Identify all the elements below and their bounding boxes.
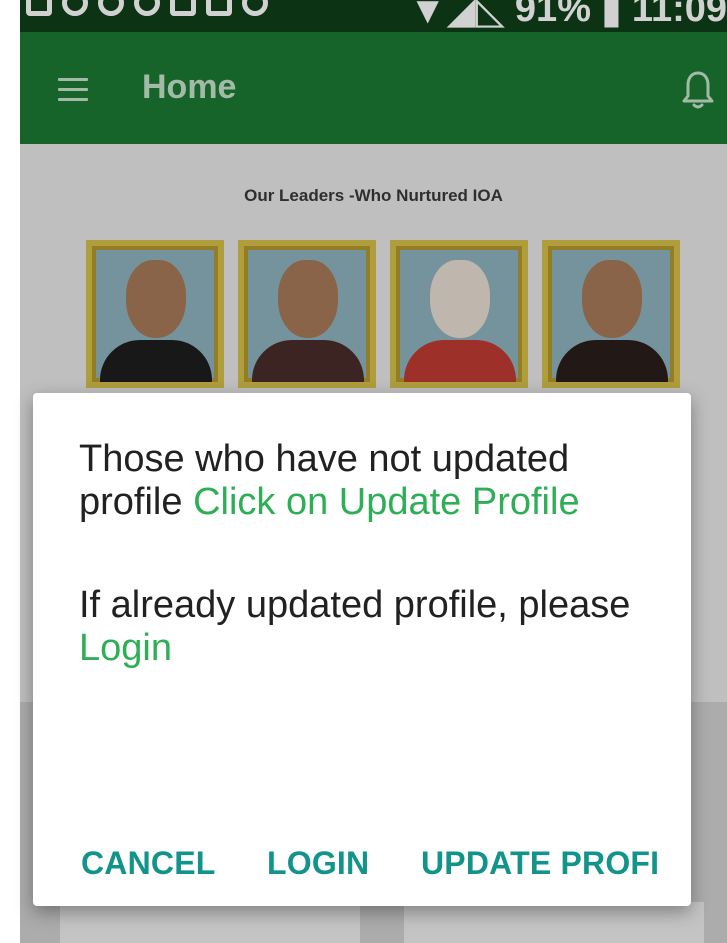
message-text: If already updated profile, please (79, 584, 631, 626)
update-profile-link[interactable]: Click on Update Profile (193, 481, 580, 523)
update-profile-dialog: Those who have not updated profile Click… (33, 393, 691, 906)
dialog-message-update: Those who have not updated profile Click… (79, 438, 679, 524)
dialog-message-login: If already updated profile, please Login (79, 584, 679, 670)
login-link[interactable]: Login (79, 627, 172, 669)
update-profile-button[interactable]: UPDATE PROFI (421, 845, 683, 882)
cancel-button[interactable]: CANCEL (81, 845, 216, 882)
dialog-actions: CANCEL LOGIN UPDATE PROFI (33, 845, 691, 895)
login-button[interactable]: LOGIN (267, 845, 369, 882)
